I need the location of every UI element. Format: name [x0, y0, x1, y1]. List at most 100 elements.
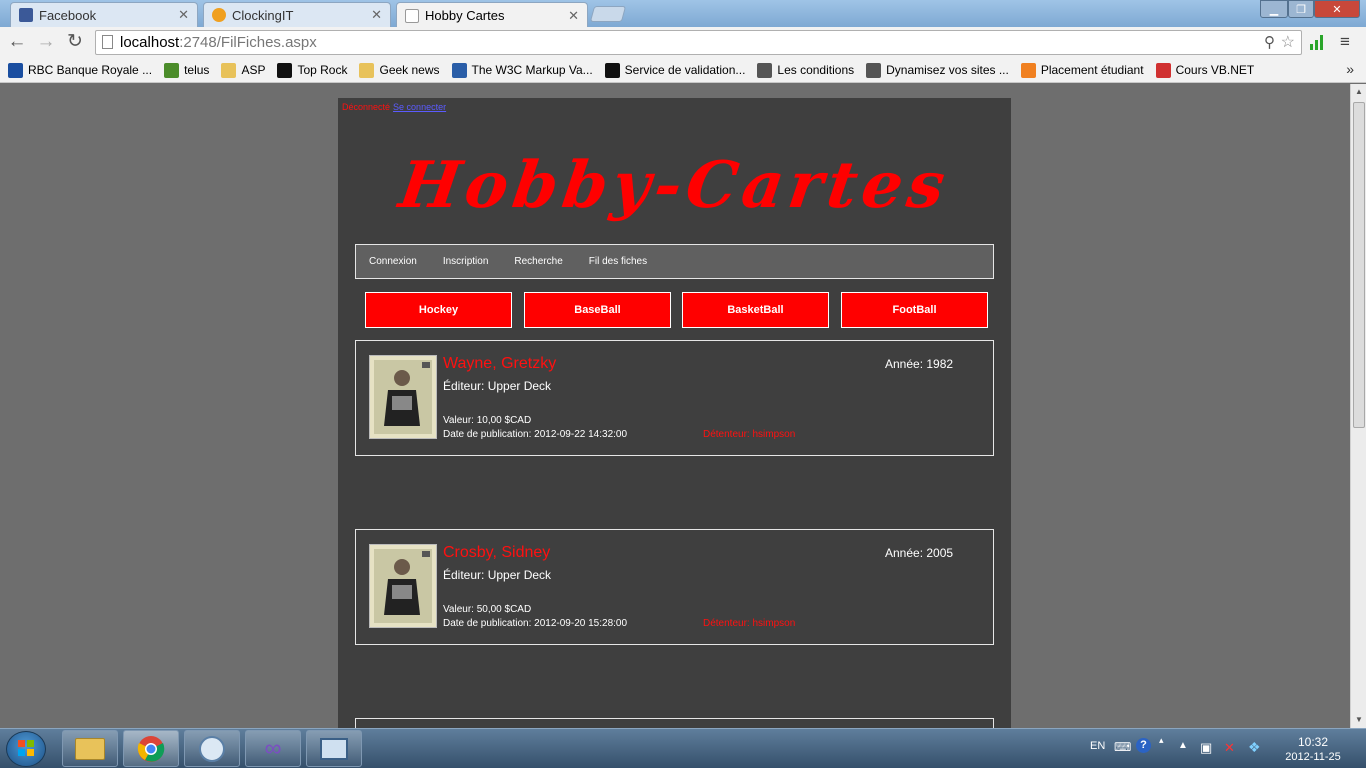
card-listing[interactable]: Wayne, Gretzky Année: 1982 Éditeur: Uppe… — [355, 340, 994, 456]
menu-item-inscription[interactable]: Inscription — [443, 256, 489, 267]
bookmark-item[interactable]: The W3C Markup Va... — [451, 62, 593, 78]
vbnet-icon — [1155, 62, 1171, 78]
rbc-icon — [8, 62, 23, 78]
page-icon — [102, 35, 113, 49]
menu-item-fil-des-fiches[interactable]: Fil des fiches — [589, 256, 647, 267]
close-window-button[interactable]: ✕ — [1314, 0, 1360, 18]
chrome-taskbar-button[interactable] — [123, 730, 179, 767]
folder-icon — [359, 62, 375, 78]
tab-hobby-cartes[interactable]: Hobby Cartes ✕ — [396, 2, 588, 28]
toprock-icon — [277, 62, 293, 78]
keyboard-icon[interactable]: ⌨ — [1114, 740, 1131, 754]
browser-titlebar: Facebook ✕ ClockingIT ✕ Hobby Cartes ✕ ▁… — [0, 0, 1366, 28]
back-button[interactable]: ← — [6, 32, 28, 52]
dropbox-icon[interactable]: ❖ — [1248, 739, 1261, 756]
card-owner: Détenteur: hsimpson — [703, 429, 796, 440]
validation-icon — [604, 62, 620, 78]
start-button[interactable] — [6, 731, 46, 767]
basketball-button[interactable]: BasketBall — [682, 292, 829, 328]
signal-icon[interactable] — [1310, 34, 1324, 50]
clock-time[interactable]: 10:32 — [1288, 735, 1338, 749]
language-indicator[interactable]: EN — [1090, 740, 1105, 752]
bookmark-label: Cours VB.NET — [1175, 63, 1255, 77]
hockey-button[interactable]: Hockey — [365, 292, 512, 328]
windows-taskbar: ∞ EN ⌨ ? ▴ ▲ ▣ ✕ ❖ 10:32 2012-11-25 — [0, 728, 1366, 768]
app-icon — [199, 735, 225, 762]
login-link[interactable]: Se connecter — [393, 102, 446, 112]
help-icon[interactable]: ? — [1136, 738, 1151, 753]
volume-icon[interactable]: ✕ — [1224, 740, 1235, 756]
card-listing[interactable] — [355, 718, 994, 728]
scrollbar-thumb[interactable] — [1353, 102, 1365, 428]
browser-toolbar: ← → ↻ localhost:2748/FilFiches.aspx ⚲ ☆ … — [0, 27, 1366, 58]
reload-button[interactable]: ↻ — [64, 32, 86, 52]
menu-item-recherche[interactable]: Recherche — [514, 256, 562, 267]
scroll-up-icon[interactable]: ▲ — [1351, 84, 1366, 100]
placement-icon — [1020, 62, 1036, 78]
new-tab-button[interactable] — [589, 6, 627, 22]
menu-icon[interactable]: ≡ — [1340, 32, 1350, 52]
card-thumbnail[interactable] — [369, 355, 437, 439]
forward-button[interactable]: → — [35, 32, 57, 52]
bookmark-item[interactable]: Service de validation... — [604, 62, 745, 78]
bookmark-item[interactable]: Cours VB.NET — [1155, 62, 1255, 78]
bookmark-item[interactable]: telus — [164, 62, 209, 78]
card-thumbnail[interactable] — [369, 544, 437, 628]
card-value: Valeur: 50,00 $CAD — [443, 604, 532, 615]
player-name[interactable]: Wayne, Gretzky — [443, 355, 556, 373]
player-name[interactable]: Crosby, Sidney — [443, 544, 550, 562]
bookmark-label: ASP — [241, 63, 266, 77]
bookmark-item[interactable]: RBC Banque Royale ... — [8, 62, 153, 78]
infinity-icon: ∞ — [264, 734, 282, 762]
page-icon — [405, 8, 419, 23]
vertical-scrollbar[interactable]: ▲ ▼ — [1350, 84, 1366, 728]
arrow-up-icon[interactable]: ▲ — [1178, 740, 1188, 751]
card-listing[interactable]: Crosby, Sidney Année: 2005 Éditeur: Uppe… — [355, 529, 994, 645]
scroll-down-icon[interactable]: ▼ — [1351, 712, 1366, 728]
visual-studio-taskbar-button[interactable]: ∞ — [245, 730, 301, 767]
reload-icon: ↻ — [67, 31, 83, 52]
tab-facebook[interactable]: Facebook ✕ — [10, 2, 198, 27]
site-logo: Hobby-Cartes — [394, 148, 955, 223]
bookmark-item[interactable]: Top Rock — [277, 62, 348, 78]
tab-title: ClockingIT — [232, 7, 294, 23]
tool-taskbar-button[interactable] — [306, 730, 362, 767]
address-bar[interactable]: localhost:2748/FilFiches.aspx ⚲ ☆ — [95, 30, 1302, 55]
bookmark-item[interactable]: ASP — [221, 62, 266, 78]
close-icon: ✕ — [1332, 3, 1342, 16]
explorer-taskbar-button[interactable] — [62, 730, 118, 767]
search-icon[interactable]: ⚲ — [1264, 31, 1275, 54]
url-path: :2748/FilFiches.aspx — [179, 34, 317, 51]
maximize-button[interactable]: ❐ — [1288, 0, 1314, 18]
bookmark-label: Top Rock — [297, 63, 348, 77]
star-icon[interactable]: ☆ — [1281, 31, 1295, 54]
folder-icon — [75, 737, 105, 760]
bookmarks-overflow-icon[interactable]: » — [1346, 61, 1354, 77]
facebook-icon — [19, 8, 33, 22]
close-icon[interactable]: ✕ — [371, 7, 382, 23]
bookmarks-bar: RBC Banque Royale ... telus ASP Top Rock Gee… — [0, 58, 1366, 83]
clock-date[interactable]: 2012-11-25 — [1280, 751, 1346, 763]
status-text: Déconnecté — [342, 102, 391, 112]
page-icon — [866, 62, 882, 78]
card-date: Date de publication: 2012-09-20 15:28:00 — [443, 618, 628, 629]
football-button[interactable]: FootBall — [841, 292, 988, 328]
app-taskbar-button[interactable] — [184, 730, 240, 767]
bookmark-label: Placement étudiant — [1040, 63, 1144, 77]
bookmark-item[interactable]: Geek news — [359, 62, 440, 78]
close-icon[interactable]: ✕ — [568, 8, 579, 24]
bookmark-label: Geek news — [379, 63, 440, 77]
baseball-button[interactable]: BaseBall — [524, 292, 671, 328]
menu-item-connexion[interactable]: Connexion — [369, 256, 417, 267]
tab-clockingit[interactable]: ClockingIT ✕ — [203, 2, 391, 27]
network-icon[interactable]: ▣ — [1200, 740, 1212, 756]
card-value: Valeur: 10,00 $CAD — [443, 415, 532, 426]
bookmark-item[interactable]: Les conditions — [757, 62, 854, 78]
bookmark-label: RBC Banque Royale ... — [28, 63, 153, 77]
close-icon[interactable]: ✕ — [178, 7, 189, 23]
tab-title: Hobby Cartes — [425, 8, 505, 23]
bookmark-item[interactable]: Placement étudiant — [1020, 62, 1144, 78]
minimize-button[interactable]: ▁ — [1260, 0, 1288, 18]
show-hidden-icons-icon[interactable]: ▴ — [1159, 735, 1164, 746]
bookmark-item[interactable]: Dynamisez vos sites ... — [866, 62, 1009, 78]
